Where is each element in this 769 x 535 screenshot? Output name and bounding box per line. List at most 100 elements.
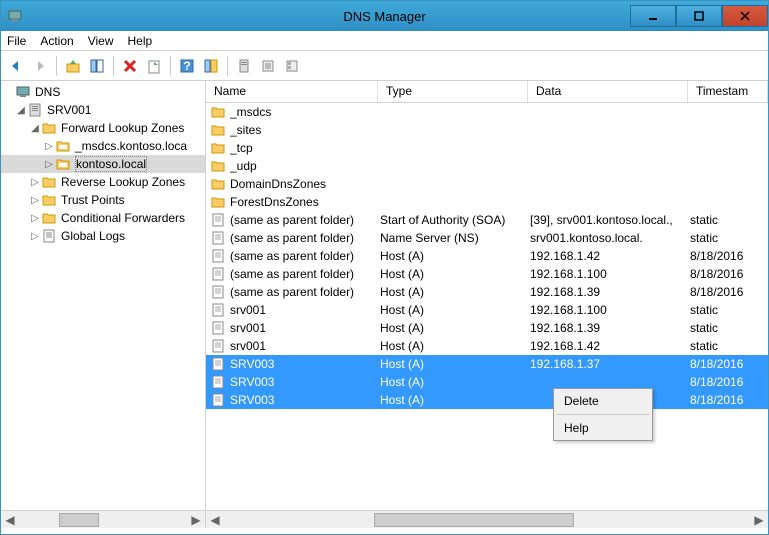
cell-name: (same as parent folder) (230, 249, 380, 263)
expander-icon[interactable]: ◢ (29, 123, 41, 134)
cell-type: Host (A) (380, 375, 530, 389)
new-zone-button[interactable] (257, 55, 279, 77)
list-row[interactable]: SRV003Host (A) 8/18/2016 (206, 391, 768, 409)
delete-button[interactable] (119, 55, 141, 77)
menubar: File Action View Help (1, 31, 768, 51)
cell-name: SRV003 (230, 393, 380, 407)
tree-global-logs[interactable]: ▷ Global Logs (1, 227, 205, 245)
expander-icon[interactable]: ▷ (29, 231, 41, 242)
list-header: Name Type Data Timestam (206, 81, 768, 103)
menu-view[interactable]: View (88, 34, 114, 48)
cell-data: 192.168.1.39 (530, 321, 690, 335)
list-row[interactable]: ForestDnsZones (206, 193, 768, 211)
list-row[interactable]: srv001Host (A)192.168.1.39static (206, 319, 768, 337)
cell-type: Start of Authority (SOA) (380, 213, 530, 227)
expander-icon[interactable]: ▷ (29, 213, 41, 224)
menu-file[interactable]: File (7, 34, 26, 48)
list-row[interactable]: _sites (206, 121, 768, 139)
new-record-button[interactable] (281, 55, 303, 77)
list-row[interactable]: _udp (206, 157, 768, 175)
cell-timestamp: static (690, 231, 768, 245)
context-help[interactable]: Help (554, 416, 652, 440)
tree-root-dns[interactable]: DNS (1, 83, 205, 101)
expander-icon[interactable]: ▷ (43, 141, 55, 152)
help-button[interactable]: ? (176, 55, 198, 77)
tree-conditional-forwarders[interactable]: ▷ Conditional Forwarders (1, 209, 205, 227)
tree-trust-points[interactable]: ▷ Trust Points (1, 191, 205, 209)
cell-timestamp: 8/18/2016 (690, 249, 768, 263)
main-area: DNS ◢ SRV001 ◢ Forward Lookup Zones ▷ _m… (1, 81, 768, 528)
window-controls (630, 5, 768, 27)
expander-icon[interactable]: ▷ (29, 195, 41, 206)
cell-data: 192.168.1.42 (530, 339, 690, 353)
expander-icon[interactable]: ◢ (15, 105, 27, 116)
tree-forward-lookup-zones[interactable]: ◢ Forward Lookup Zones (1, 119, 205, 137)
scroll-thumb[interactable] (59, 513, 99, 527)
context-delete[interactable]: Delete (554, 389, 652, 413)
cell-data: 192.168.1.39 (530, 285, 690, 299)
scroll-thumb[interactable] (374, 513, 574, 527)
tree-server[interactable]: ◢ SRV001 (1, 101, 205, 119)
record-icon (210, 356, 226, 372)
list-pane: Name Type Data Timestam _msdcs _sites _tcp… (206, 81, 768, 528)
list-row[interactable]: _msdcs (206, 103, 768, 121)
cell-timestamp: static (690, 321, 768, 335)
cell-timestamp: 8/18/2016 (690, 393, 768, 407)
scroll-left-icon[interactable]: ◀ (1, 512, 19, 528)
cell-timestamp: static (690, 339, 768, 353)
cell-type: Host (A) (380, 339, 530, 353)
cell-type: Host (A) (380, 285, 530, 299)
cell-name: ForestDnsZones (230, 195, 380, 209)
forward-button[interactable] (29, 55, 51, 77)
list-row[interactable]: (same as parent folder)Start of Authorit… (206, 211, 768, 229)
back-button[interactable] (5, 55, 27, 77)
refresh-button[interactable] (143, 55, 165, 77)
new-server-button[interactable] (233, 55, 255, 77)
toolbar: ? (1, 51, 768, 81)
menu-action[interactable]: Action (40, 34, 73, 48)
cell-type: Host (A) (380, 249, 530, 263)
cell-name: (same as parent folder) (230, 285, 380, 299)
list-row[interactable]: SRV003Host (A)192.168.1.378/18/2016 (206, 355, 768, 373)
cell-name: _tcp (230, 141, 380, 155)
scroll-right-icon[interactable]: ▶ (750, 512, 768, 528)
folder-icon (210, 194, 226, 210)
expander-icon[interactable]: ▷ (43, 159, 55, 170)
scroll-left-icon[interactable]: ◀ (206, 512, 224, 528)
column-timestamp[interactable]: Timestam (688, 81, 768, 102)
list-row[interactable]: SRV003Host (A)8/18/2016 (206, 373, 768, 391)
list-row[interactable]: (same as parent folder)Name Server (NS)s… (206, 229, 768, 247)
tree-zone-kontoso[interactable]: ▷ kontoso.local (1, 155, 205, 173)
column-data[interactable]: Data (528, 81, 688, 102)
tree-hscrollbar[interactable]: ◀ ▶ (1, 510, 205, 528)
minimize-button[interactable] (630, 5, 676, 27)
column-name[interactable]: Name (206, 81, 378, 102)
folder-icon (210, 176, 226, 192)
scroll-right-icon[interactable]: ▶ (187, 512, 205, 528)
show-hide-tree-button[interactable] (86, 55, 108, 77)
cell-name: _sites (230, 123, 380, 137)
list-row[interactable]: srv001Host (A)192.168.1.42static (206, 337, 768, 355)
record-icon (210, 392, 226, 408)
tree-label: SRV001 (47, 103, 91, 117)
tree-pane: DNS ◢ SRV001 ◢ Forward Lookup Zones ▷ _m… (1, 81, 206, 528)
list-row[interactable]: (same as parent folder)Host (A)192.168.1… (206, 247, 768, 265)
expander-icon[interactable]: ▷ (29, 177, 41, 188)
list-row[interactable]: srv001Host (A)192.168.1.100static (206, 301, 768, 319)
cell-type: Host (A) (380, 393, 530, 407)
column-type[interactable]: Type (378, 81, 528, 102)
up-button[interactable] (62, 55, 84, 77)
record-icon (210, 284, 226, 300)
tree-reverse-lookup-zones[interactable]: ▷ Reverse Lookup Zones (1, 173, 205, 191)
close-button[interactable] (722, 5, 768, 27)
list-hscrollbar[interactable]: ◀ ▶ (206, 510, 768, 528)
menu-help[interactable]: Help (128, 34, 153, 48)
tree-zone-msdcs[interactable]: ▷ _msdcs.kontoso.loca (1, 137, 205, 155)
list-row[interactable]: DomainDnsZones (206, 175, 768, 193)
list-row[interactable]: _tcp (206, 139, 768, 157)
maximize-button[interactable] (676, 5, 722, 27)
list-row[interactable]: (same as parent folder)Host (A)192.168.1… (206, 265, 768, 283)
tree-label: Conditional Forwarders (61, 211, 185, 225)
list-row[interactable]: (same as parent folder)Host (A)192.168.1… (206, 283, 768, 301)
properties-button[interactable] (200, 55, 222, 77)
